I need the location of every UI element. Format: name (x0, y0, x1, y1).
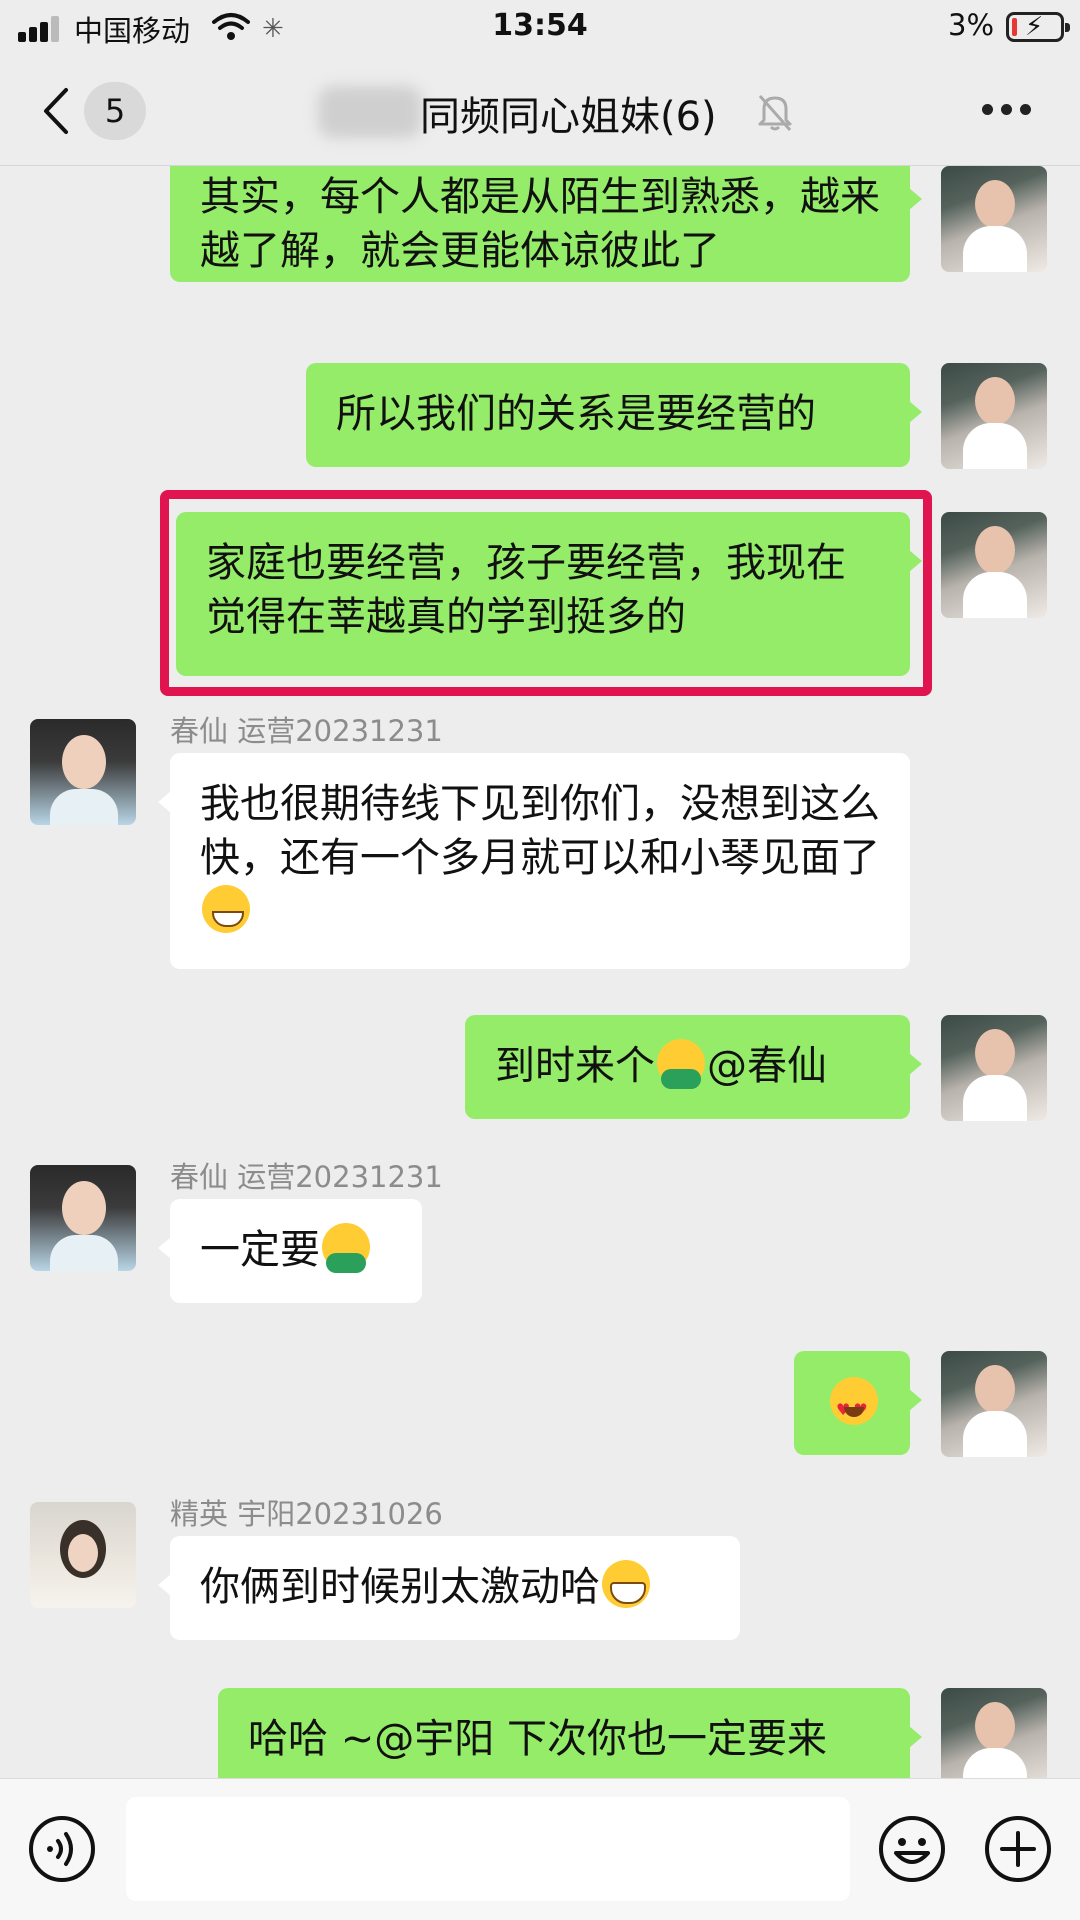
my-avatar[interactable] (941, 1688, 1047, 1778)
message-bubble[interactable]: 你俩到时候别太激动哈 (158, 1536, 740, 1640)
input-bar (0, 1778, 1080, 1920)
message-text: 所以我们的关系是要经营的 (336, 391, 816, 437)
voice-icon[interactable] (28, 1815, 96, 1883)
hug-emoji (322, 1223, 370, 1273)
message-list[interactable]: 其实，每个人都是从陌生到熟悉，越来越了解，就会更能体谅彼此了 所以我们的关系是要… (0, 166, 1080, 1778)
hug-emoji (657, 1039, 705, 1089)
blurred-name (318, 86, 422, 138)
message-bubble[interactable]: 到时来个 @春仙 (465, 1015, 922, 1119)
my-avatar[interactable] (941, 1015, 1047, 1121)
chat-header: 5 同频同心姐妹(6) (0, 56, 1080, 166)
message-bubble[interactable]: 哈哈 ~@宇阳 下次你也一定要来 (218, 1688, 922, 1778)
big-grin-emoji (602, 1560, 650, 1608)
message-input[interactable] (126, 1797, 850, 1901)
message-text: 哈哈 ~@宇阳 下次你也一定要来 (248, 1716, 827, 1762)
heart-eyes-emoji (830, 1377, 878, 1437)
sender-name: 春仙 运营20231231 (170, 1160, 443, 1194)
grin-emoji (202, 885, 250, 933)
unread-count-badge[interactable]: 5 (84, 82, 146, 140)
message-text: 你俩到时候别太激动哈 (200, 1564, 600, 1610)
mute-bell-icon (758, 95, 792, 131)
sender-name: 精英 宇阳20231026 (170, 1497, 443, 1531)
my-avatar[interactable] (941, 512, 1047, 618)
message-text: 我也很期待线下见到你们，没想到这么快，还有一个多月就可以和小琴见面了 (200, 781, 880, 881)
more-icon[interactable] (982, 104, 1032, 118)
message-bubble[interactable] (794, 1351, 922, 1455)
message-text: 一定要 (200, 1227, 320, 1273)
chat-title[interactable]: 同频同心姐妹(6) (420, 84, 717, 142)
message-bubble[interactable]: 其实，每个人都是从陌生到熟悉，越来越了解，就会更能体谅彼此了 (170, 166, 922, 282)
back-icon[interactable] (38, 86, 78, 136)
my-avatar[interactable] (941, 166, 1047, 272)
sender-name: 春仙 运营20231231 (170, 714, 443, 748)
my-avatar[interactable] (941, 363, 1047, 469)
battery-icon: ⚡ (1006, 12, 1070, 42)
battery-percent: 3% (948, 8, 995, 42)
message-text: 其实，每个人都是从陌生到熟悉，越来越了解，就会更能体谅彼此了 (200, 174, 880, 274)
my-avatar[interactable] (941, 1351, 1047, 1457)
plus-icon[interactable] (984, 1815, 1052, 1883)
emoji-icon[interactable] (878, 1815, 946, 1883)
mention-text[interactable]: @春仙 (707, 1043, 827, 1089)
message-bubble[interactable]: 一定要 (158, 1199, 422, 1303)
status-bar: 中国移动 ✳ 13:54 3% ⚡ (0, 0, 1080, 56)
message-text: 到时来个 (495, 1043, 655, 1089)
clock: 13:54 (492, 8, 588, 43)
highlight-box (160, 490, 932, 696)
message-bubble[interactable]: 所以我们的关系是要经营的 (306, 363, 922, 467)
chunxian-avatar[interactable] (30, 1165, 136, 1271)
chunxian-avatar[interactable] (30, 719, 136, 825)
message-bubble[interactable]: 我也很期待线下见到你们，没想到这么快，还有一个多月就可以和小琴见面了 (158, 753, 910, 969)
yuyang-avatar[interactable] (30, 1502, 136, 1608)
